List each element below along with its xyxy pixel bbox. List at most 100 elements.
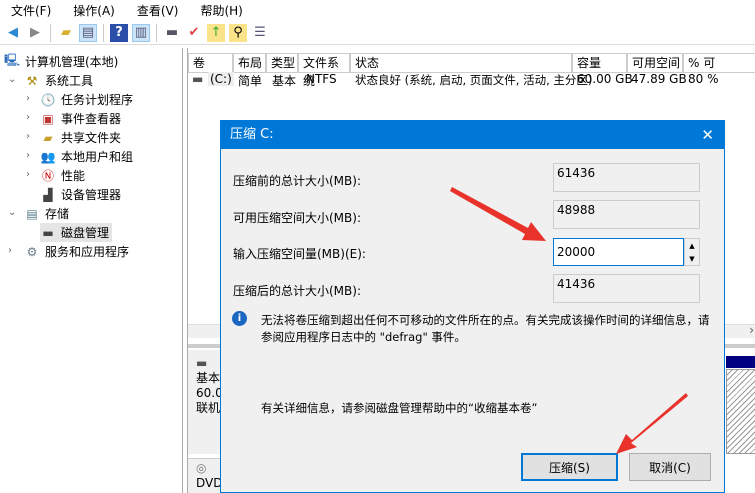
- divider: [50, 23, 51, 42]
- shrink-button[interactable]: 压缩(S): [521, 453, 618, 481]
- chevron-right-icon[interactable]: ›: [26, 150, 30, 161]
- cancel-button[interactable]: 取消(C): [629, 453, 711, 481]
- menu-help[interactable]: 帮助(H): [189, 2, 253, 19]
- shrink-amount-input[interactable]: 20000: [553, 238, 684, 266]
- tree-item-services[interactable]: ⚙ 服务和应用程序: [24, 242, 129, 261]
- disk-type: 基本: [196, 371, 221, 385]
- amount-stepper[interactable]: ▲ ▼: [684, 238, 700, 266]
- total-after-label: 压缩后的总计大小(MB):: [233, 284, 361, 298]
- tree-item-event-viewer[interactable]: ▣ 事件查看器: [40, 109, 121, 128]
- scroll-right-icon[interactable]: ›: [749, 323, 754, 337]
- stepper-down-icon[interactable]: ▼: [689, 255, 694, 263]
- dvd-label: DVD: [196, 476, 223, 490]
- shared-folder-icon: ▰: [43, 130, 53, 145]
- chevron-right-icon[interactable]: ›: [26, 93, 30, 104]
- show-hide-tree-icon[interactable]: ▤: [79, 23, 97, 42]
- connect-icon[interactable]: ▬: [163, 24, 181, 42]
- tree-item-disk-management[interactable]: ▬ 磁盘管理: [40, 223, 113, 242]
- tree-label: 设备管理器: [61, 188, 122, 202]
- column-filesystem[interactable]: 文件系统: [298, 53, 350, 88]
- dvd-info: ◎ DVD: [188, 458, 223, 493]
- column-status[interactable]: 状态: [350, 53, 572, 73]
- column-capacity[interactable]: 容量: [572, 53, 627, 73]
- help-icon[interactable]: ?: [110, 23, 128, 42]
- shrink-dialog: 压缩 C: ✕ 压缩前的总计大小(MB): 61436 可用压缩空间大小(MB)…: [220, 120, 725, 493]
- tree-item-computer-management[interactable]: 🖳 计算机管理(本地): [4, 52, 118, 71]
- column-free-space[interactable]: 可用空间: [627, 53, 683, 73]
- chevron-right-icon[interactable]: ›: [26, 169, 30, 180]
- search-icon[interactable]: ⚲: [229, 23, 247, 42]
- tree-label: 性能: [61, 169, 86, 183]
- info-text: 无法将卷压缩到超出任何不可移动的文件所在的点。有关完成该操作时间的详细信息，请参…: [261, 313, 710, 344]
- forward-icon[interactable]: ▶: [26, 24, 44, 42]
- tree-label: 计算机管理(本地): [25, 55, 119, 69]
- back-icon[interactable]: ◀: [4, 24, 22, 42]
- action-pane-icon[interactable]: ▥: [132, 23, 150, 42]
- storage-icon: ▤: [26, 206, 38, 221]
- chevron-right-icon[interactable]: ›: [26, 112, 30, 123]
- divider: [156, 23, 157, 42]
- chevron-right-icon[interactable]: ›: [26, 131, 30, 142]
- tree-item-system-tools[interactable]: ⚒ 系统工具: [24, 71, 93, 90]
- computer-icon: 🖳: [4, 53, 21, 67]
- tree-item-task-scheduler[interactable]: 🕓 任务计划程序: [40, 90, 134, 109]
- performance-icon: Ⓝ: [41, 169, 54, 183]
- chevron-down-icon[interactable]: ⌄: [8, 74, 16, 85]
- tree-label: 事件查看器: [61, 112, 122, 126]
- toolbar: ◀ ▶ ▰ ▤ ? ▥ ▬ ✔ ↑ ⚲ ☰: [0, 21, 755, 45]
- menu-action[interactable]: 操作(A): [62, 2, 126, 19]
- amount-label: 输入压缩空间量(MB)(E):: [233, 247, 366, 261]
- clock-icon: 🕓: [40, 92, 56, 107]
- cell-status: 状态良好 (系统, 启动, 页面文件, 活动, 主分区): [355, 73, 593, 87]
- tree-item-device-manager[interactable]: ▟ 设备管理器: [40, 185, 121, 204]
- total-before-label: 压缩前的总计大小(MB):: [233, 174, 361, 188]
- navigation-tree: 🖳 计算机管理(本地) ⌄ ⚒ 系统工具 › 🕓 任务计划程序 › ▣ 事件查看器 › …: [0, 48, 183, 493]
- export-icon[interactable]: ↑: [207, 23, 225, 42]
- cell-free: 47.89 GB: [631, 72, 687, 86]
- tree-item-local-users[interactable]: 👥 本地用户和组: [40, 147, 134, 166]
- disk-icon: ▬: [192, 72, 204, 86]
- tree-item-storage[interactable]: ▤ 存储: [24, 204, 69, 223]
- up-folder-icon[interactable]: ▰: [57, 24, 75, 42]
- properties-icon[interactable]: ☰: [251, 24, 269, 42]
- disk-size: 60.0: [196, 386, 223, 400]
- tree-label: 共享文件夹: [61, 131, 122, 145]
- column-percent-free[interactable]: % 可: [683, 53, 755, 73]
- disk-status: 联机: [196, 401, 221, 415]
- partition-block[interactable]: [726, 369, 755, 454]
- help-text: 有关详细信息，请参阅磁盘管理帮助中的“收缩基本卷”: [261, 401, 538, 415]
- menu-view[interactable]: 查看(V): [126, 2, 190, 19]
- total-before-field: 61436: [553, 163, 700, 192]
- tree-item-performance[interactable]: Ⓝ 性能: [40, 166, 85, 185]
- cell-type: 基本: [272, 74, 297, 88]
- services-icon: ⚙: [26, 244, 38, 259]
- tree-label: 本地用户和组: [61, 150, 134, 164]
- check-doc-icon[interactable]: ✔: [185, 24, 203, 42]
- tree-item-shared-folders[interactable]: ▰ 共享文件夹: [40, 128, 121, 147]
- column-layout[interactable]: 布局: [233, 53, 266, 73]
- chevron-right-icon[interactable]: ›: [8, 245, 12, 256]
- info-icon: i: [232, 311, 247, 326]
- disk-icon: ▬: [42, 225, 54, 240]
- menu-bar: 文件(F) 操作(A) 查看(V) 帮助(H): [0, 0, 755, 21]
- cell-capacity: 60.00 GB: [577, 72, 633, 86]
- close-icon[interactable]: ✕: [701, 121, 714, 149]
- tools-icon: ⚒: [26, 73, 38, 88]
- chevron-down-icon[interactable]: ⌄: [8, 207, 16, 218]
- cell-volume: (C:): [208, 72, 234, 86]
- disk-icon: ▬: [196, 356, 208, 370]
- tree-label: 存储: [45, 207, 70, 221]
- column-volume[interactable]: 卷: [188, 53, 233, 73]
- available-field: 48988: [553, 200, 700, 229]
- tree-label: 服务和应用程序: [45, 245, 130, 259]
- event-log-icon: ▣: [42, 111, 54, 126]
- stepper-up-icon[interactable]: ▲: [689, 242, 694, 250]
- divider: [103, 23, 104, 42]
- cell-layout: 简单: [238, 74, 263, 88]
- dvd-icon: ◎: [196, 461, 207, 475]
- disk-0-info: ▬ 基本 60.0 联机: [188, 350, 223, 454]
- available-label: 可用压缩空间大小(MB):: [233, 211, 361, 225]
- column-type[interactable]: 类型: [266, 53, 298, 73]
- menu-file[interactable]: 文件(F): [0, 2, 62, 19]
- dialog-title: 压缩 C:: [221, 121, 724, 149]
